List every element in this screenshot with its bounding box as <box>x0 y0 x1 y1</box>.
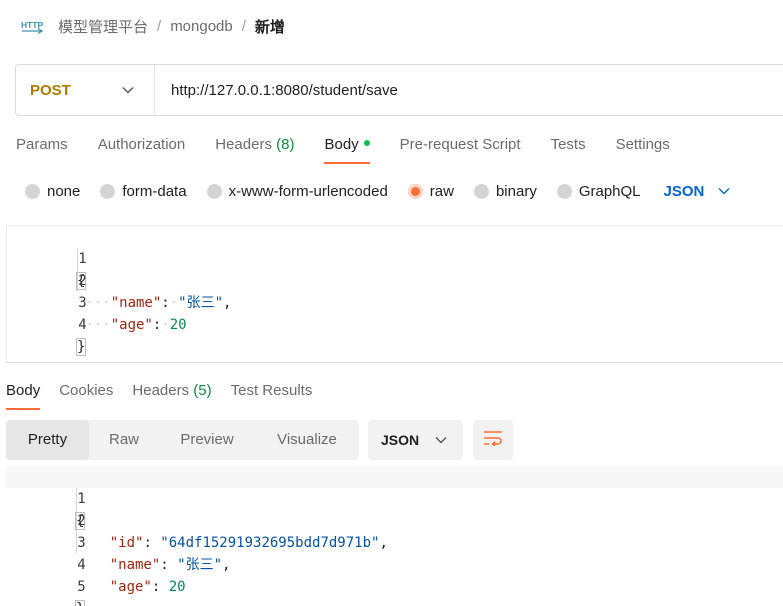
tab-label: Body <box>324 136 359 153</box>
line-number: 4 <box>78 317 87 333</box>
breadcrumb-separator: / <box>241 17 246 35</box>
tab-response-headers[interactable]: Headers (5) <box>132 380 211 411</box>
radio-raw[interactable]: raw <box>407 182 454 200</box>
tab-headers[interactable]: Headers (8) <box>215 134 294 164</box>
tab-authorization[interactable]: Authorization <box>98 134 186 164</box>
breadcrumb-separator: / <box>157 17 162 35</box>
view-raw[interactable]: Raw <box>89 420 159 460</box>
view-preview[interactable]: Preview <box>159 420 255 460</box>
radio-form-data[interactable]: form-data <box>100 182 187 200</box>
tab-label: Settings <box>615 136 670 153</box>
request-tabs: Params Authorization Headers (8) Body Pr… <box>16 134 700 164</box>
code-line: 1 { <box>6 466 783 530</box>
body-indicator-dot <box>363 140 370 147</box>
code-line: 2 "id": "64df15291932695bdd7d971b", <box>6 488 783 551</box>
breadcrumb-collection[interactable]: 模型管理平台 <box>58 16 148 37</box>
headers-count: (8) <box>276 136 295 153</box>
radio-binary[interactable]: binary <box>473 182 537 200</box>
code-line: 4 } <box>7 292 783 356</box>
tab-response-body[interactable]: Body <box>6 380 41 411</box>
tab-label: Tests <box>550 136 586 153</box>
code-line: 3 "name": "张三", <box>6 510 783 573</box>
chevron-down-icon <box>718 187 730 195</box>
method-label: POST <box>30 81 71 99</box>
radio-label: none <box>47 182 81 200</box>
tab-label: Params <box>16 136 68 153</box>
tab-params[interactable]: Params <box>16 134 68 164</box>
wrap-lines-button[interactable] <box>473 420 513 460</box>
tab-settings[interactable]: Settings <box>616 134 670 164</box>
tab-label: Authorization <box>97 136 186 153</box>
body-format-select[interactable]: JSON <box>664 183 731 200</box>
radio-button[interactable] <box>556 183 572 199</box>
radio-label: raw <box>429 182 454 200</box>
breadcrumb: HTTP 模型管理平台 / mongodb / 新增 <box>20 12 285 40</box>
response-body-viewer[interactable]: 1 { 2 "id": "64df15291932695bdd7d971b", … <box>6 466 783 606</box>
code-line: 4 "age": 20 <box>6 532 783 595</box>
request-body-editor[interactable]: 1 { 2 ····"name":·"张三", 3 ····"age":·20 … <box>6 225 783 363</box>
tab-label: Headers <box>132 382 190 399</box>
radio-x-www-form-urlencoded[interactable]: x-www-form-urlencoded <box>206 182 388 200</box>
radio-button[interactable] <box>206 183 222 199</box>
wrap-lines-icon <box>483 430 503 451</box>
tab-pre-request-script[interactable]: Pre-request Script <box>400 134 521 164</box>
http-request-icon: HTTP <box>20 15 44 37</box>
tab-label: Headers <box>215 136 272 153</box>
body-format-label: JSON <box>663 182 705 200</box>
tab-label: Test Results <box>230 382 313 399</box>
code-line: 2 ····"name":·"张三", <box>7 248 783 311</box>
tab-label: Body <box>6 382 41 399</box>
close-brace: } <box>74 600 86 606</box>
radio-button[interactable] <box>100 183 116 199</box>
method-select[interactable]: POST <box>16 65 155 115</box>
json-key: "age" <box>110 317 153 333</box>
response-format-select[interactable]: JSON <box>368 420 463 460</box>
radio-none[interactable]: none <box>25 183 80 200</box>
breadcrumb-folder[interactable]: mongodb <box>170 18 233 35</box>
radio-label: GraphQL <box>578 182 641 200</box>
breadcrumb-request-name[interactable]: 新增 <box>255 16 285 37</box>
radio-label: form-data <box>122 182 187 200</box>
radio-button-checked[interactable] <box>407 183 423 199</box>
view-pretty[interactable]: Pretty <box>6 420 89 460</box>
chevron-down-icon <box>435 436 447 444</box>
svg-text:HTTP: HTTP <box>21 20 44 30</box>
code-line: 3 ····"age":·20 <box>7 270 783 333</box>
view-visualize[interactable]: Visualize <box>255 420 359 460</box>
url-input[interactable]: http://127.0.0.1:8080/student/save <box>155 82 398 99</box>
radio-label: binary <box>495 182 537 200</box>
line-number: 5 <box>77 579 86 595</box>
tab-tests[interactable]: Tests <box>551 134 586 164</box>
response-tabs: Body Cookies Headers (5) Test Results <box>6 380 331 411</box>
tab-label: Pre-request Script <box>399 136 521 153</box>
response-format-label: JSON <box>381 432 420 448</box>
code-line: 5 } <box>6 554 783 606</box>
radio-label: x-www-form-urlencoded <box>228 182 388 200</box>
json-key: "age" <box>109 579 152 595</box>
tab-body[interactable]: Body <box>324 134 370 164</box>
tab-test-results[interactable]: Test Results <box>231 380 313 411</box>
close-brace: } <box>75 338 87 356</box>
tab-cookies[interactable]: Cookies <box>59 380 113 411</box>
json-number-value: 20 <box>169 317 187 333</box>
body-type-options: none form-data x-www-form-urlencoded raw… <box>25 178 730 204</box>
radio-button[interactable] <box>473 183 489 199</box>
radio-graphql[interactable]: GraphQL <box>556 182 641 200</box>
request-url-bar: POST http://127.0.0.1:8080/student/save <box>15 64 783 116</box>
response-view-selector: Pretty Raw Preview Visualize <box>6 420 359 460</box>
radio-button[interactable] <box>25 183 40 199</box>
tab-label: Cookies <box>59 382 114 399</box>
json-number-value: 20 <box>168 579 186 595</box>
code-line: 1 { <box>7 226 783 290</box>
chevron-down-icon <box>122 81 134 99</box>
headers-count: (5) <box>193 382 212 399</box>
